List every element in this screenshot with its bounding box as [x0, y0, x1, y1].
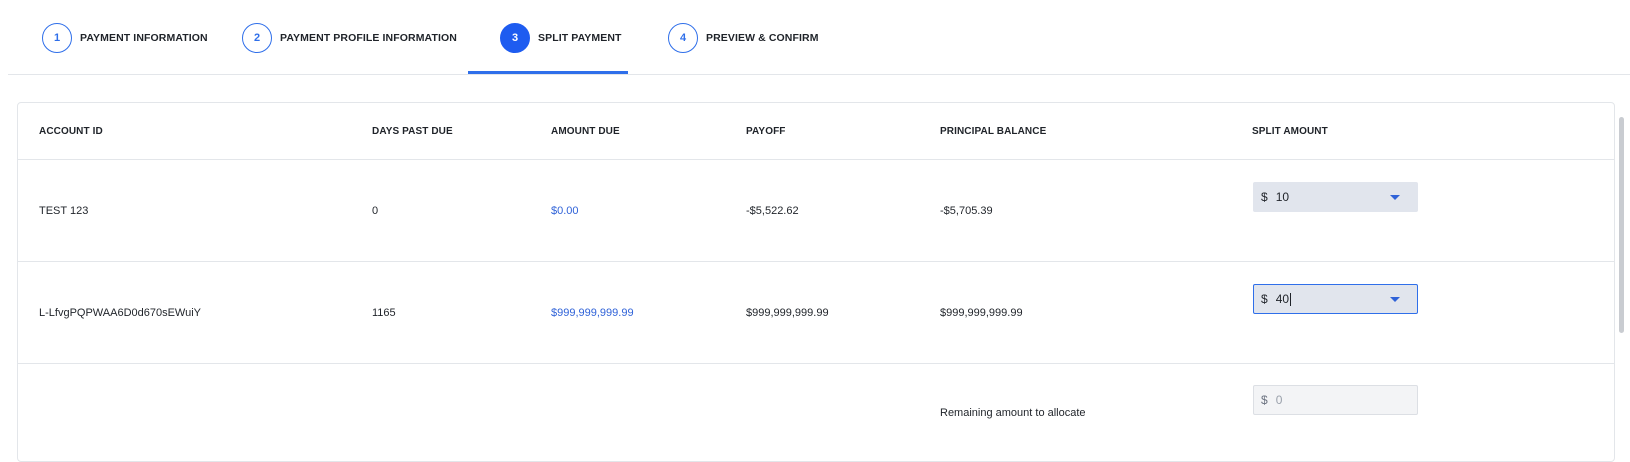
step-number-4: 4	[668, 22, 698, 53]
table-header-row: ACCOUNT ID DAYS PAST DUE AMOUNT DUE PAYO…	[18, 103, 1614, 160]
currency-symbol: $	[1261, 190, 1268, 204]
account-id: L-LfvgPQPWAA6D0d670sEWuiY	[39, 307, 202, 319]
step-label-4: PREVIEW & CONFIRM	[706, 31, 819, 44]
step-number-2: 2	[242, 22, 272, 53]
table-row: TEST 123 0 $0.00 -$5,522.62 -$5,705.39 $…	[18, 160, 1614, 262]
header-split-amount: SPLIT AMOUNT	[1252, 126, 1328, 137]
split-payment-table: ACCOUNT ID DAYS PAST DUE AMOUNT DUE PAYO…	[17, 102, 1615, 462]
active-step-indicator	[468, 71, 628, 74]
payoff: -$5,522.62	[746, 205, 799, 217]
split-amount-value: 40	[1275, 292, 1290, 306]
step-number-1: 1	[42, 22, 72, 53]
currency-symbol: $	[1261, 292, 1268, 306]
account-id: TEST 123	[39, 205, 89, 217]
text-cursor	[1290, 292, 1292, 306]
header-amount-due: AMOUNT DUE	[551, 126, 620, 137]
amount-due-link[interactable]: $999,999,999.99	[551, 307, 634, 319]
currency-symbol: $	[1261, 393, 1268, 407]
payment-stepper: 1 PAYMENT INFORMATION 2 PAYMENT PROFILE …	[8, 0, 1630, 75]
step-label-1: PAYMENT INFORMATION	[80, 31, 208, 44]
step-label-3: SPLIT PAYMENT	[538, 31, 622, 44]
days-past-due: 0	[372, 205, 379, 217]
remaining-amount-value: 0	[1275, 393, 1283, 407]
payoff: $999,999,999.99	[746, 307, 829, 319]
step-number-3: 3	[500, 22, 530, 53]
step-payment-profile-information[interactable]: 2 PAYMENT PROFILE INFORMATION	[242, 0, 457, 75]
principal-balance: -$5,705.39	[940, 205, 993, 217]
amount-due-link[interactable]: $0.00	[551, 205, 579, 217]
step-label-2: PAYMENT PROFILE INFORMATION	[280, 31, 457, 44]
step-preview-confirm[interactable]: 4 PREVIEW & CONFIRM	[668, 0, 819, 75]
table-row: L-LfvgPQPWAA6D0d670sEWuiY 1165 $999,999,…	[18, 262, 1614, 364]
remaining-amount-label: Remaining amount to allocate	[940, 407, 1086, 419]
header-payoff: PAYOFF	[746, 126, 786, 137]
step-split-payment[interactable]: 3 SPLIT PAYMENT	[500, 0, 622, 75]
remaining-amount-field: $ 0	[1253, 385, 1418, 415]
header-principal-balance: PRINCIPAL BALANCE	[940, 126, 1047, 137]
principal-balance: $999,999,999.99	[940, 307, 1023, 319]
split-amount-input[interactable]: $ 10	[1253, 182, 1418, 212]
step-payment-information[interactable]: 1 PAYMENT INFORMATION	[42, 0, 208, 75]
days-past-due: 1165	[372, 307, 396, 319]
remaining-row: Remaining amount to allocate $ 0	[18, 364, 1614, 461]
caret-down-icon[interactable]	[1390, 195, 1400, 200]
vertical-scrollbar[interactable]	[1619, 117, 1624, 333]
header-account-id: ACCOUNT ID	[39, 126, 103, 137]
split-amount-value: 10	[1275, 190, 1290, 204]
header-days-past-due: DAYS PAST DUE	[372, 126, 453, 137]
caret-down-icon[interactable]	[1390, 297, 1400, 302]
split-amount-input-focused[interactable]: $ 40	[1253, 284, 1418, 314]
